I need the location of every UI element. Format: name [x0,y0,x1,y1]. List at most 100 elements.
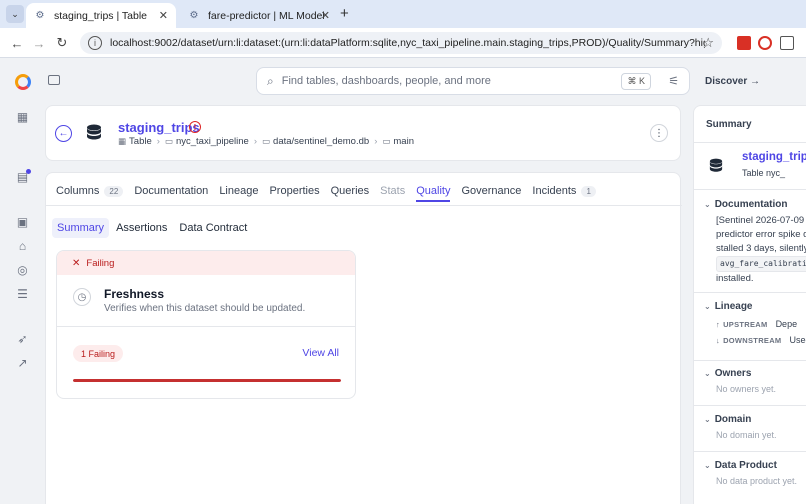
bookmark-star-icon[interactable]: ☆ [702,35,714,51]
assertion-divider [57,326,355,327]
section-label: Documentation [714,199,788,210]
tab-queries[interactable]: Queries [331,185,370,197]
tab-columns[interactable]: Columns 22 [56,185,124,197]
site-info-icon[interactable]: i [88,36,102,50]
browser-tab-fare-predictor[interactable]: ⚙ fare-predictor | ML Model ✕ [180,3,338,28]
search-shortcut-badge: ⌘ K [621,73,651,90]
upstream-value: Depe [775,319,798,329]
folder-icon: ▭ [164,136,173,146]
table-type-icon: ▦ [118,136,127,146]
summary-heading: Summary [706,119,752,130]
lineage-downstream-row[interactable]: ↓DOWNSTREAMUsed [716,335,806,345]
summary-panel: Summary staging_trips Table nyc_ ⌄Docume… [693,105,806,504]
entity-name[interactable]: staging_trips [118,120,200,135]
app-logo-icon[interactable] [15,74,31,90]
incident-warning-icon[interactable]: ! [189,121,201,133]
summary-entity-type: Table nyc_ [742,168,786,178]
global-search-input[interactable]: ⌕ Find tables, dashboards, people, and m… [256,67,690,95]
breadcrumb-item[interactable]: data/sentinel_demo.db [273,136,369,147]
tab-label: Columns [56,185,100,197]
more-options-icon[interactable]: ⋮ [650,124,668,142]
owners-empty-text: No owners yet. [716,384,777,394]
summary-divider [694,189,806,190]
back-arrow-icon[interactable]: ← [8,34,26,52]
tab-governance[interactable]: Governance [461,185,521,197]
extensions-puzzle-icon[interactable] [780,36,794,50]
home-grid-icon[interactable]: ▦ [16,110,29,124]
failing-x-icon: ✕ [72,257,81,269]
tab-search-icon[interactable]: ⌄ [6,5,24,23]
section-label: Data Product [714,460,777,471]
new-tab-icon[interactable]: + [340,5,349,22]
extension-icon[interactable] [758,36,772,50]
app-nav-rail: ▦ ▤ ▣ ⌂ ◎ ☰ ➶ ↗ [0,58,44,504]
tab-properties[interactable]: Properties [269,185,319,197]
subtab-data-contract[interactable]: Data Contract [174,218,252,238]
entity-header-card: ← staging_trips ! ▦ Table › ▭ nyc_taxi_p… [45,105,681,161]
domain-empty-text: No domain yet. [716,430,777,440]
section-label: Owners [714,368,752,379]
tab-incidents[interactable]: Incidents 1 [532,185,596,197]
clock-icon: ◷ [73,288,91,306]
breadcrumb-item[interactable]: main [393,136,414,147]
assertion-title: Freshness [104,287,165,301]
breadcrumb-item[interactable]: nyc_taxi_pipeline [176,136,249,147]
discover-link[interactable]: Discover → [705,76,760,87]
notification-dot-icon [26,169,31,174]
subtab-assertions[interactable]: Assertions [111,218,172,238]
documentation-section-toggle[interactable]: ⌄ Documentation [704,199,787,210]
glossary-book-icon[interactable]: ▣ [16,215,29,229]
entity-type: Table [129,136,152,147]
doc-code-span: avg_fare_calibration [716,256,806,272]
search-icon: ⌕ [267,73,274,88]
close-tab-icon[interactable]: ✕ [321,9,330,22]
section-label: Lineage [714,301,753,312]
tab-stats[interactable]: Stats [380,185,405,197]
rocket-icon[interactable]: ➶ [16,332,29,346]
domain-section-toggle[interactable]: ⌄ Domain [704,414,751,425]
chevron-down-icon: ⌄ [704,415,711,424]
section-label: Domain [714,414,752,425]
doc-line: [Sentinel 2026-07-09 [716,215,805,226]
domain-globe-icon[interactable]: ◎ [16,263,29,277]
tab-quality[interactable]: Quality [416,185,451,202]
sidebar-toggle-icon[interactable] [48,75,60,85]
owners-section-toggle[interactable]: ⌄ Owners [704,368,751,379]
main-content-card: Columns 22 Documentation Lineage Properti… [45,172,682,504]
data-product-section-toggle[interactable]: ⌄ Data Product [704,460,777,471]
forward-arrow-icon[interactable]: → [30,34,48,52]
section-divider [694,451,806,452]
entity-tabs: Columns 22 Documentation Lineage Properti… [56,185,607,202]
tab-documentation[interactable]: Documentation [134,185,208,197]
lineage-section-toggle[interactable]: ⌄ Lineage [704,301,753,312]
back-button[interactable]: ← [55,125,72,142]
view-all-link[interactable]: View All [302,347,339,359]
summary-entity-name[interactable]: staging_trips [742,151,806,163]
browser-toolbar: ← → ↻ i localhost:9002/dataset/urn:li:da… [0,28,806,58]
freshness-assertion-card[interactable]: ✕ Failing ◷ Freshness Verifies when this… [56,250,356,399]
tabs-divider [46,205,682,206]
subtab-summary[interactable]: Summary [52,218,110,238]
pdf-extension-icon[interactable] [737,36,751,50]
chevron-down-icon: ⌄ [704,369,711,378]
data-product-empty-text: No data product yet. [716,476,798,486]
reload-icon[interactable]: ↻ [53,34,71,52]
address-bar[interactable]: i localhost:9002/dataset/urn:li:dataset:… [80,32,722,54]
doc-line: predictor error spike d [716,229,806,240]
tab-count-badge: 1 [581,185,596,197]
close-tab-icon[interactable]: ✕ [159,9,168,22]
failing-progress-fill [73,379,341,382]
tag-icon[interactable]: ⌂ [16,239,29,253]
breadcrumb-separator: › [253,136,258,147]
filter-sliders-icon[interactable]: ⚟ [668,74,679,88]
list-icon[interactable]: ☰ [16,287,29,301]
upstream-label: UPSTREAM [723,320,768,329]
failing-progress-bar [73,379,341,382]
database-icon [709,158,723,172]
lineage-upstream-row[interactable]: ↑ UPSTREAM Depe [716,319,797,329]
analytics-trend-icon[interactable]: ↗ [16,356,29,370]
section-divider [694,405,806,406]
browser-tab-staging-trips[interactable]: ⚙ staging_trips | Table ✕ [26,3,176,28]
tab-lineage[interactable]: Lineage [219,185,258,197]
assertion-description: Verifies when this dataset should be upd… [104,303,306,314]
